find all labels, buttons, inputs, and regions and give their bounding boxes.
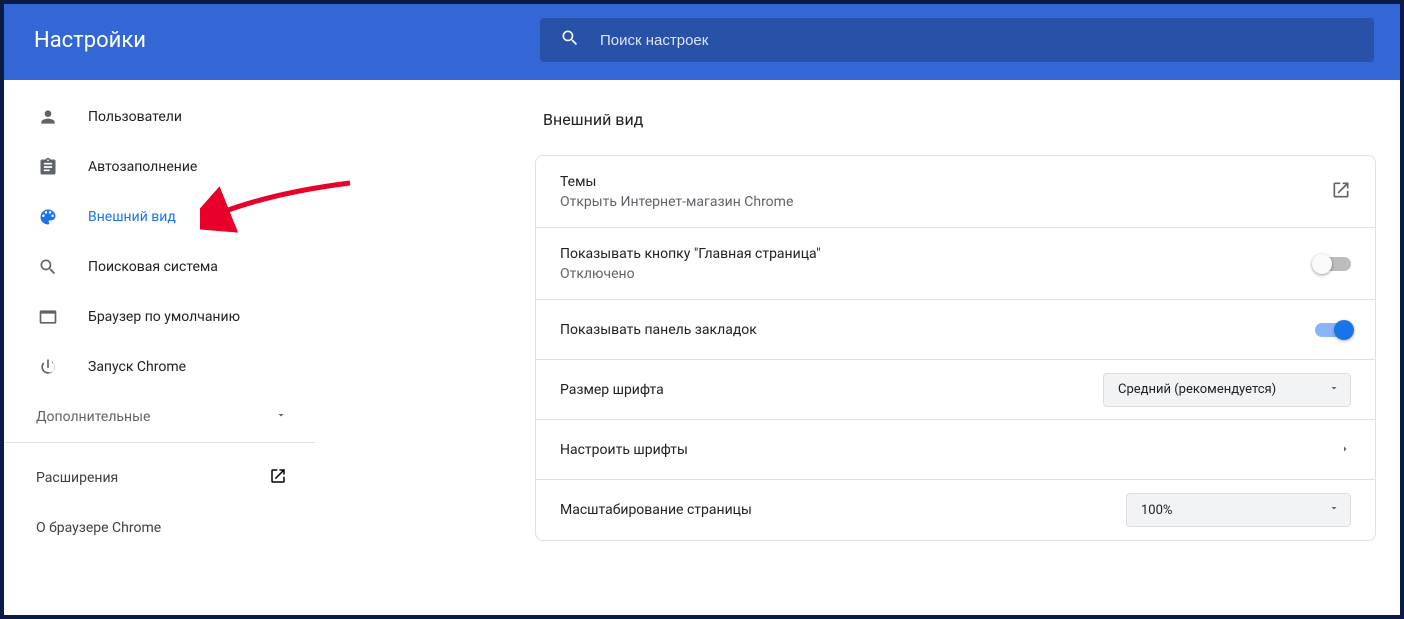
section-title: Внешний вид <box>543 110 1404 129</box>
sidebar-item-label: Поисковая система <box>88 259 218 275</box>
row-font-size: Размер шрифта Средний (рекомендуется) <box>536 360 1375 420</box>
chevron-down-icon <box>275 409 287 425</box>
select-font-size[interactable]: Средний (рекомендуется) <box>1103 373 1351 407</box>
sidebar: Пользователи Автозаполнение Внешний вид … <box>0 80 315 619</box>
sidebar-item-label: Запуск Chrome <box>88 359 186 375</box>
chevron-right-icon <box>1339 440 1351 459</box>
sidebar-item-label: Внешний вид <box>88 209 176 225</box>
header: Настройки <box>0 0 1404 80</box>
sidebar-advanced[interactable]: Дополнительные <box>0 392 315 442</box>
sidebar-extensions[interactable]: Расширения <box>0 453 315 503</box>
row-label: Настроить шрифты <box>560 442 688 458</box>
sidebar-item-autofill[interactable]: Автозаполнение <box>0 142 315 192</box>
sidebar-item-users[interactable]: Пользователи <box>0 92 315 142</box>
select-page-zoom[interactable]: 100% <box>1126 493 1351 527</box>
sidebar-item-default-browser[interactable]: Браузер по умолчанию <box>0 292 315 342</box>
row-customize-fonts[interactable]: Настроить шрифты <box>536 420 1375 480</box>
sidebar-item-label: Браузер по умолчанию <box>88 309 240 325</box>
row-label: Размер шрифта <box>560 382 664 398</box>
open-in-new-icon <box>269 467 287 489</box>
search-icon <box>560 28 580 52</box>
sidebar-about[interactable]: О браузере Chrome <box>0 503 315 553</box>
row-label: Показывать панель закладок <box>560 322 757 338</box>
row-home-button: Показывать кнопку "Главная страница" Отк… <box>536 228 1375 300</box>
chevron-down-icon <box>1328 502 1340 518</box>
row-label: Показывать кнопку "Главная страница" <box>560 246 821 262</box>
open-in-new-icon <box>1331 180 1351 204</box>
sidebar-item-label: Пользователи <box>88 109 182 125</box>
row-sublabel: Отключено <box>560 266 821 282</box>
row-sublabel: Открыть Интернет-магазин Chrome <box>560 194 793 210</box>
divider <box>0 442 315 443</box>
palette-icon <box>36 205 60 229</box>
sidebar-item-appearance[interactable]: Внешний вид <box>0 192 315 242</box>
sidebar-advanced-label: Дополнительные <box>36 409 150 425</box>
toggle-home-button[interactable] <box>1315 257 1351 271</box>
select-value: 100% <box>1141 503 1172 518</box>
select-value: Средний (рекомендуется) <box>1118 382 1276 397</box>
row-page-zoom: Масштабирование страницы 100% <box>536 480 1375 540</box>
search-icon <box>36 255 60 279</box>
page-title: Настройки <box>34 28 146 53</box>
browser-icon <box>36 305 60 329</box>
sidebar-item-startup[interactable]: Запуск Chrome <box>0 342 315 392</box>
search-box[interactable] <box>540 18 1374 62</box>
row-bookmarks-bar: Показывать панель закладок <box>536 300 1375 360</box>
assignment-icon <box>36 155 60 179</box>
sidebar-about-label: О браузере Chrome <box>36 520 161 536</box>
row-label: Масштабирование страницы <box>560 502 752 518</box>
row-themes[interactable]: Темы Открыть Интернет-магазин Chrome <box>536 156 1375 228</box>
chevron-down-icon <box>1328 382 1340 398</box>
sidebar-item-label: Автозаполнение <box>88 159 197 175</box>
power-icon <box>36 355 60 379</box>
sidebar-extensions-label: Расширения <box>36 470 118 486</box>
person-icon <box>36 105 60 129</box>
sidebar-item-search-engine[interactable]: Поисковая система <box>0 242 315 292</box>
row-label: Темы <box>560 174 793 190</box>
settings-card: Темы Открыть Интернет-магазин Chrome Пок… <box>535 155 1376 541</box>
toggle-bookmarks-bar[interactable] <box>1315 323 1351 337</box>
search-input[interactable] <box>600 32 1354 49</box>
main-content: Внешний вид Темы Открыть Интернет-магази… <box>315 80 1404 619</box>
